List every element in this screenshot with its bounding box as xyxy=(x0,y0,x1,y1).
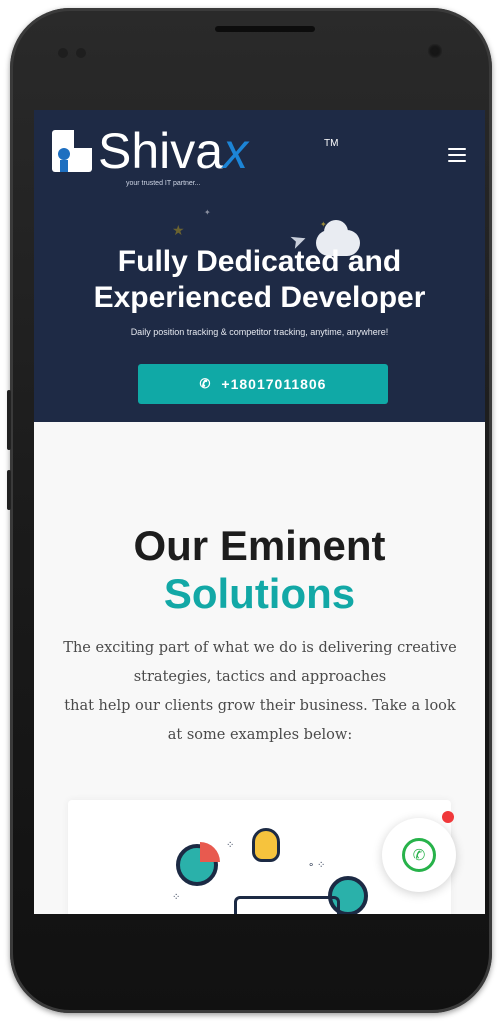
phone-side-button xyxy=(7,470,11,510)
dots-icon: ∘ ⁘ xyxy=(308,860,326,871)
logo-tagline: your trusted IT partner... xyxy=(126,180,201,187)
phone-camera xyxy=(428,44,442,58)
whatsapp-icon: ✆ xyxy=(402,838,436,872)
solutions-title-accent: Solutions xyxy=(163,570,356,617)
phone-sensor xyxy=(76,48,86,58)
solutions-title: Our Eminent Solutions xyxy=(34,522,485,618)
phone-icon: ✆ xyxy=(199,376,212,391)
phone-screen: Shivax TM your trusted IT partner... ★ ✦… xyxy=(34,110,485,914)
logo-x: x xyxy=(223,123,249,179)
hero-section: Shivax TM your trusted IT partner... ★ ✦… xyxy=(34,110,485,422)
description-line: that help our clients grow their busines… xyxy=(64,698,456,714)
logo-trademark: TM xyxy=(324,138,339,149)
device-outline-icon xyxy=(234,896,340,914)
call-button-label: +18017011806 xyxy=(221,376,327,392)
description-line: strategies, tactics and approaches xyxy=(133,669,387,685)
dots-icon: ⁘ xyxy=(172,892,181,903)
hero-title-line: Experienced Developer xyxy=(93,281,426,314)
call-button[interactable]: ✆ +18017011806 xyxy=(138,364,388,404)
hero-title: Fully Dedicated and Experienced Develope… xyxy=(34,244,485,316)
logo-mark-icon xyxy=(52,130,92,172)
dots-icon: ⁘ xyxy=(226,840,235,851)
star-icon: ★ xyxy=(172,222,185,238)
logo-text: Shivax xyxy=(98,122,248,180)
notification-dot xyxy=(442,811,454,823)
logo-name: Shiva xyxy=(98,123,224,179)
lightbulb-icon xyxy=(252,828,280,862)
pie-chart-icon xyxy=(176,842,220,886)
phone-speaker xyxy=(215,26,315,32)
phone-side-button xyxy=(7,390,11,450)
star-icon: ✦ xyxy=(204,208,211,217)
solutions-description: The exciting part of what we do is deliv… xyxy=(50,634,470,750)
description-line: at some examples below: xyxy=(167,727,353,743)
whatsapp-button[interactable]: ✆ xyxy=(382,818,456,892)
description-line: The exciting part of what we do is deliv… xyxy=(63,640,457,656)
solutions-title-line: Our Eminent xyxy=(133,522,386,569)
phone-sensor xyxy=(58,48,68,58)
hero-title-line: Fully Dedicated and xyxy=(117,245,402,278)
hero-subtitle: Daily position tracking & competitor tra… xyxy=(130,327,389,337)
hamburger-menu-icon[interactable] xyxy=(448,148,466,162)
